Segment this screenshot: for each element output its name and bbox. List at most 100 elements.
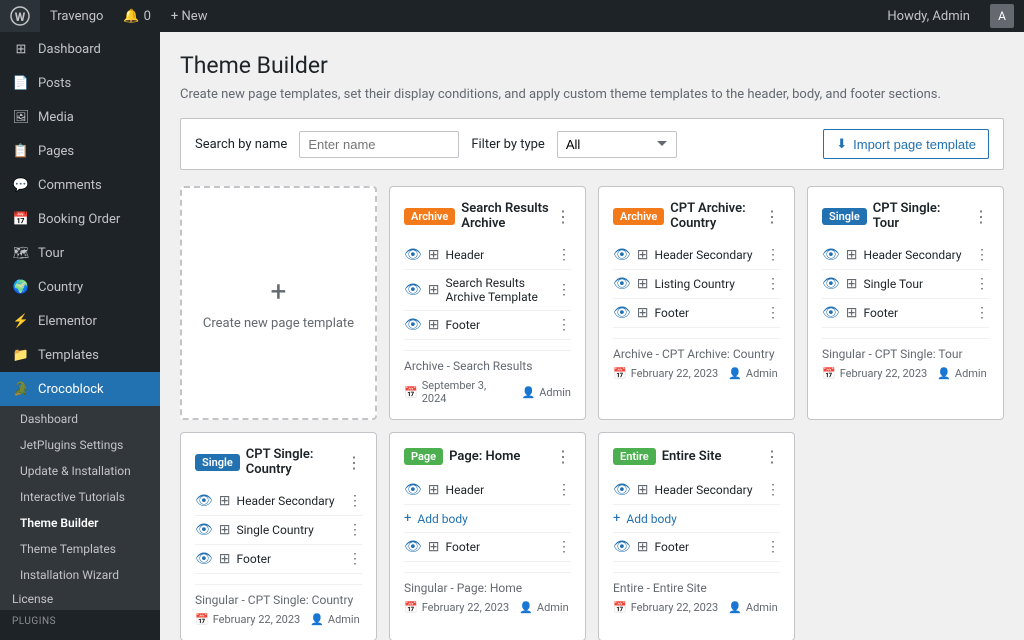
tour-icon: 🗺 <box>12 244 30 262</box>
item-menu-icon[interactable]: ⋮ <box>557 539 571 555</box>
author-text: Admin <box>746 601 778 614</box>
admin-avatar[interactable]: A <box>980 4 1024 28</box>
item-menu-icon[interactable]: ⋮ <box>766 305 780 321</box>
card-author: 👤 Admin <box>728 367 777 380</box>
item-name: Search Results Archive Template <box>446 276 551 304</box>
sidebar-label-crocoblock: Crocoblock <box>38 382 104 397</box>
sidebar-item-elementor[interactable]: ⚡ Elementor <box>0 304 160 338</box>
item-menu-icon[interactable]: ⋮ <box>348 493 362 509</box>
item-menu-icon[interactable]: ⋮ <box>975 247 989 263</box>
eye-icon: 👁 <box>613 276 631 292</box>
sidebar-item-pages[interactable]: 📋 Pages <box>0 134 160 168</box>
sub-theme-templates-label: Theme Templates <box>20 542 116 556</box>
item-menu-icon[interactable]: ⋮ <box>557 482 571 498</box>
search-input[interactable] <box>299 131 459 158</box>
item-menu-icon[interactable]: ⋮ <box>766 539 780 555</box>
site-name-item[interactable]: Travengo <box>40 0 113 32</box>
item-menu-icon[interactable]: ⋮ <box>348 522 362 538</box>
badge-entire: Entire <box>613 448 656 465</box>
new-item[interactable]: + New <box>161 0 218 32</box>
wp-logo-item[interactable]: W <box>0 0 40 32</box>
sidebar-item-dashboard[interactable]: ⊞ Dashboard <box>0 32 160 66</box>
eye-icon: 👁 <box>613 482 631 498</box>
admin-bar: W Travengo 🔔 0 + New Howdy, Admin A <box>0 0 1024 32</box>
license-link[interactable]: License <box>0 588 160 610</box>
card-menu-icon[interactable]: ⋮ <box>555 207 571 226</box>
item-name: Header Secondary <box>655 483 760 497</box>
grid-icon: ⊞ <box>846 276 858 292</box>
card-footer: Singular - CPT Single: Country 📅 Februar… <box>195 584 362 626</box>
item-menu-icon[interactable]: ⋮ <box>557 317 571 333</box>
eye-icon: 👁 <box>613 539 631 555</box>
sidebar-item-booking[interactable]: 📅 Booking Order <box>0 202 160 236</box>
card-title: CPT Archive: Country <box>670 201 758 231</box>
calendar-icon: 📅 <box>195 613 209 626</box>
sidebar-label-media: Media <box>38 110 74 125</box>
sidebar-sub-dashboard[interactable]: Dashboard <box>0 406 160 432</box>
card-menu-icon[interactable]: ⋮ <box>764 207 780 226</box>
item-menu-icon[interactable]: ⋮ <box>975 276 989 292</box>
template-item: 👁 ⊞ Header Secondary ⋮ <box>195 487 362 516</box>
item-name: Header <box>446 248 551 262</box>
card-page-home[interactable]: Page Page: Home ⋮ 👁 ⊞ Header ⋮ + Add bod… <box>389 432 586 640</box>
item-name: Listing Country <box>655 277 760 291</box>
item-menu-icon[interactable]: ⋮ <box>348 551 362 567</box>
item-menu-icon[interactable]: ⋮ <box>766 276 780 292</box>
item-menu-icon[interactable]: ⋮ <box>766 247 780 263</box>
card-cpt-single-country[interactable]: Single CPT Single: Country ⋮ 👁 ⊞ Header … <box>180 432 377 640</box>
date-text: February 22, 2023 <box>840 367 928 380</box>
template-item: 👁 ⊞ Listing Country ⋮ <box>613 270 780 299</box>
notif-item[interactable]: 🔔 0 <box>113 0 161 32</box>
sidebar-item-country[interactable]: 🌍 Country <box>0 270 160 304</box>
sidebar-item-tour[interactable]: 🗺 Tour <box>0 236 160 270</box>
sidebar-sub-update[interactable]: Update & Installation <box>0 458 160 484</box>
card-menu-icon[interactable]: ⋮ <box>973 207 989 226</box>
card-search-results-archive[interactable]: Archive Search Results Archive ⋮ 👁 ⊞ Hea… <box>389 186 586 420</box>
item-menu-icon[interactable]: ⋮ <box>766 482 780 498</box>
sidebar-sub-interactive[interactable]: Interactive Tutorials <box>0 484 160 510</box>
template-item: 👁 ⊞ Footer ⋮ <box>404 533 571 562</box>
sidebar-label-dashboard: Dashboard <box>38 42 101 57</box>
sidebar-item-templates[interactable]: 📁 Templates <box>0 338 160 372</box>
sidebar-sub-theme-templates[interactable]: Theme Templates <box>0 536 160 562</box>
card-title: CPT Single: Country <box>246 447 340 477</box>
eye-icon: 👁 <box>822 305 840 321</box>
eye-icon: 👁 <box>195 522 213 538</box>
item-name: Single Tour <box>864 277 969 291</box>
sidebar: ⊞ Dashboard 📄 Posts 🖼 Media 📋 Pages 💬 Co… <box>0 32 160 640</box>
sidebar-item-crocoblock[interactable]: 🐊 Crocoblock <box>0 372 160 406</box>
import-button[interactable]: ⬇ Import page template <box>823 129 989 159</box>
sidebar-item-media[interactable]: 🖼 Media <box>0 100 160 134</box>
card-header: Entire Entire Site ⋮ <box>613 447 780 466</box>
card-menu-icon[interactable]: ⋮ <box>764 447 780 466</box>
item-menu-icon[interactable]: ⋮ <box>557 282 571 298</box>
booking-icon: 📅 <box>12 210 30 228</box>
templates-icon: 📁 <box>12 346 30 364</box>
eye-icon: 👁 <box>613 305 631 321</box>
filter-select[interactable]: All Single Archive Page Entire Site <box>557 131 677 158</box>
sidebar-label-country: Country <box>38 280 83 295</box>
sidebar-item-comments[interactable]: 💬 Comments <box>0 168 160 202</box>
sidebar-item-jetengine[interactable]: ⚙ JetEngine <box>0 629 160 640</box>
sidebar-sub-theme-builder[interactable]: Theme Builder <box>0 510 160 536</box>
card-menu-icon[interactable]: ⋮ <box>346 453 362 472</box>
card-entire-site[interactable]: Entire Entire Site ⋮ 👁 ⊞ Header Secondar… <box>598 432 795 640</box>
template-item: 👁 ⊞ Footer ⋮ <box>195 545 362 574</box>
item-menu-icon[interactable]: ⋮ <box>557 247 571 263</box>
calendar-icon: 📅 <box>822 367 836 380</box>
item-menu-icon[interactable]: ⋮ <box>975 305 989 321</box>
card-menu-icon[interactable]: ⋮ <box>555 447 571 466</box>
sidebar-item-posts[interactable]: 📄 Posts <box>0 66 160 100</box>
create-template-card[interactable]: + Create new page template <box>180 186 377 420</box>
card-author: 👤 Admin <box>310 613 359 626</box>
badge-single: Single <box>195 454 240 471</box>
add-icon: + <box>404 511 411 526</box>
template-item: 👁 ⊞ Header Secondary ⋮ <box>613 476 780 505</box>
card-cpt-single-tour[interactable]: Single CPT Single: Tour ⋮ 👁 ⊞ Header Sec… <box>807 186 1004 420</box>
card-condition: Archive - Search Results <box>404 359 571 373</box>
template-item: 👁 ⊞ Search Results Archive Template ⋮ <box>404 270 571 311</box>
sidebar-sub-installation[interactable]: Installation Wizard <box>0 562 160 588</box>
card-cpt-archive-country[interactable]: Archive CPT Archive: Country ⋮ 👁 ⊞ Heade… <box>598 186 795 420</box>
item-name: Single Country <box>237 523 342 537</box>
sidebar-sub-jetplugins[interactable]: JetPlugins Settings <box>0 432 160 458</box>
